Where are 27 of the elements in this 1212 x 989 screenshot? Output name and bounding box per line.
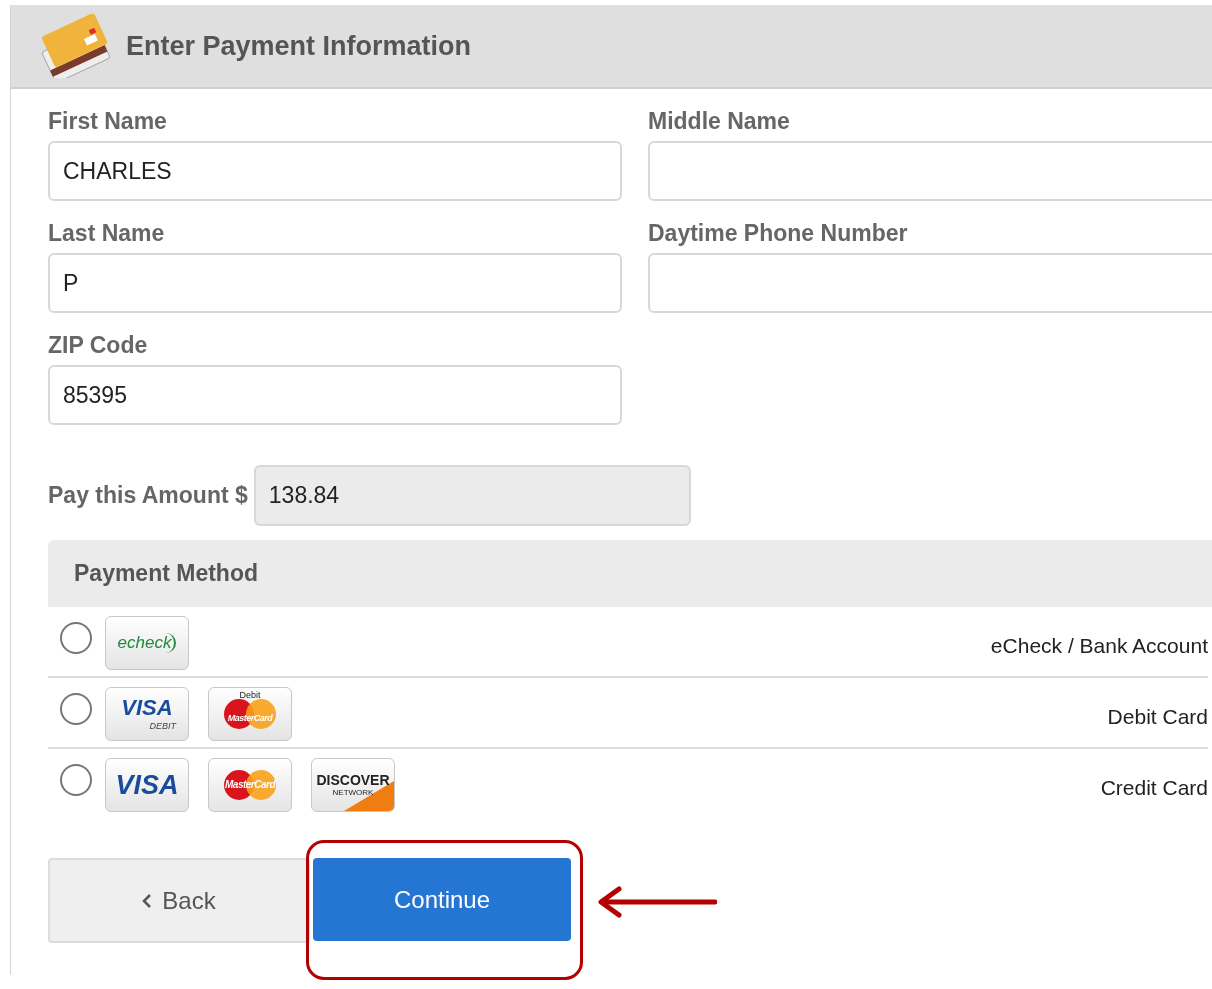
input-field[interactable]: P (48, 253, 622, 313)
chevron-left-icon (142, 892, 153, 909)
amount-field[interactable]: 138.84 (253, 465, 691, 526)
echeck-logo: echeck (105, 616, 189, 670)
discover-logo: DISCOVER NETWORK (311, 758, 395, 812)
field-label: First Name (48, 107, 168, 135)
back-button[interactable]: Back (48, 858, 310, 943)
input-field[interactable]: CHARLES (48, 141, 622, 201)
page-title: Enter Payment Information (126, 29, 472, 63)
payment-option-label: Credit Card (1100, 775, 1208, 801)
continue-button[interactable]: Continue (313, 858, 571, 941)
radio-button[interactable] (60, 693, 92, 725)
radio-button[interactable] (60, 622, 92, 654)
visa-debit-logo: VISA DEBIT (105, 687, 189, 741)
field-label: ZIP Code (48, 331, 149, 359)
radio-button[interactable] (60, 764, 92, 796)
input-field[interactable] (648, 141, 1212, 201)
input-field[interactable] (648, 253, 1212, 313)
amount-label: Pay this Amount $ (48, 481, 248, 511)
payment-option-label: Debit Card (1107, 704, 1208, 730)
payment-option-label: eCheck / Bank Account (990, 633, 1208, 659)
input-field[interactable]: 85395 (48, 365, 622, 425)
field-label: Last Name (48, 219, 166, 247)
visa-logo: VISA (105, 758, 189, 812)
section-title: Payment Method (74, 559, 259, 589)
field-label: Daytime Phone Number (648, 219, 909, 247)
field-label: Middle Name (648, 107, 791, 135)
